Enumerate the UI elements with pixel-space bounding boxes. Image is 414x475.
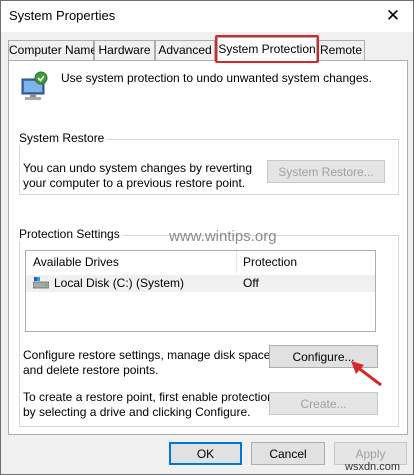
system-restore-button[interactable]: System Restore... xyxy=(267,160,385,183)
system-properties-window: System Properties ✕ Computer Name Hardwa… xyxy=(0,0,414,475)
ok-button[interactable]: OK xyxy=(169,442,242,465)
column-header-protection[interactable]: Protection xyxy=(243,251,297,273)
system-restore-heading: System Restore xyxy=(17,131,107,145)
close-icon[interactable]: ✕ xyxy=(380,5,406,27)
create-desc-line1: To create a restore point, first enable … xyxy=(23,390,274,404)
table-row[interactable]: Local Disk (C:) (System) Off xyxy=(26,275,375,292)
cancel-button[interactable]: Cancel xyxy=(251,442,325,465)
pointer-arrow-icon xyxy=(351,361,382,387)
drive-protection-status: Off xyxy=(243,276,259,290)
tab-remote[interactable]: Remote xyxy=(317,40,365,60)
drive-name: Local Disk (C:) (System) xyxy=(54,276,185,290)
tab-hardware[interactable]: Hardware xyxy=(94,40,155,60)
tab-computer-name[interactable]: Computer Name xyxy=(8,40,97,60)
drive-icon xyxy=(33,277,49,289)
system-restore-desc-line1: You can undo system changes by reverting xyxy=(23,161,253,175)
configure-desc-line1: Configure restore settings, manage disk … xyxy=(23,348,274,362)
system-protection-icon xyxy=(21,71,48,100)
title-bar: System Properties ✕ xyxy=(1,1,413,32)
tab-system-protection[interactable]: System Protection xyxy=(217,37,317,61)
create-desc-line2: by selecting a drive and clicking Config… xyxy=(23,405,251,419)
tab-advanced[interactable]: Advanced xyxy=(155,40,215,60)
corner-watermark: wsxdn.com xyxy=(345,461,401,473)
intro-text: Use system protection to undo unwanted s… xyxy=(61,71,372,85)
create-button[interactable]: Create... xyxy=(269,392,378,415)
configure-desc-line2: and delete restore points. xyxy=(23,363,159,377)
window-title: System Properties xyxy=(9,8,116,23)
drives-list[interactable]: Available Drives Protection Local Disk (… xyxy=(25,250,376,332)
column-header-available-drives[interactable]: Available Drives xyxy=(33,251,119,273)
watermark-text: www.wintips.org xyxy=(169,228,277,245)
system-protection-panel: Use system protection to undo unwanted s… xyxy=(8,60,408,435)
system-restore-desc-line2: your computer to a previous restore poin… xyxy=(23,176,246,190)
column-divider xyxy=(236,251,237,273)
protection-settings-heading: Protection Settings xyxy=(17,227,122,241)
